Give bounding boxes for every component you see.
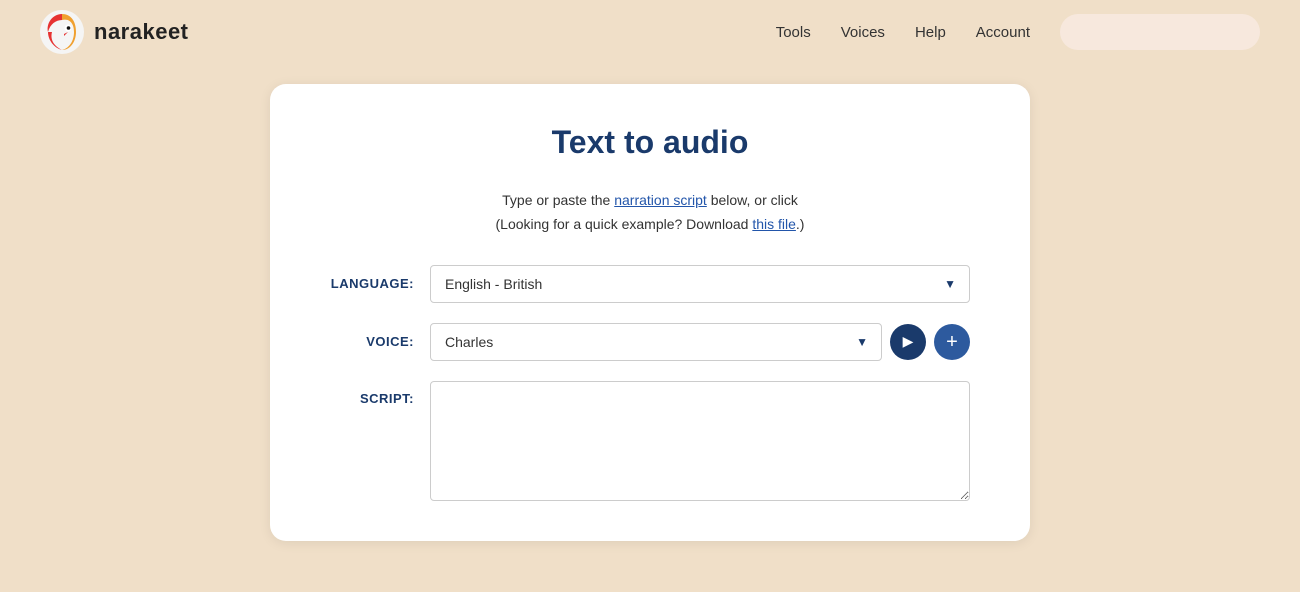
add-voice-button[interactable]: +	[934, 324, 970, 360]
script-label: SCRIPT:	[330, 381, 430, 406]
narration-script-link[interactable]: narration script	[614, 192, 707, 208]
nav-voices[interactable]: Voices	[841, 24, 885, 41]
desc-example-after: .)	[796, 216, 805, 232]
play-button[interactable]: ▶	[890, 324, 926, 360]
description-text: Type or paste the narration script below…	[330, 189, 970, 237]
header-cta-button[interactable]	[1060, 14, 1260, 50]
logo-area[interactable]: narakeet	[40, 10, 189, 54]
main-card: Text to audio Type or paste the narratio…	[270, 84, 1030, 541]
language-select-wrapper: English - British ▼	[430, 265, 970, 303]
page-title: Text to audio	[330, 124, 970, 161]
this-file-link[interactable]: this file	[752, 216, 796, 232]
language-label: LANGUAGE:	[330, 276, 430, 291]
script-row: SCRIPT:	[330, 381, 970, 501]
nav-help[interactable]: Help	[915, 24, 946, 41]
voice-select[interactable]: Charles	[430, 323, 882, 361]
nav-tools[interactable]: Tools	[776, 24, 811, 41]
voice-row: VOICE: Charles ▼ ▶ +	[330, 323, 970, 361]
play-icon: ▶	[903, 333, 914, 350]
logo-icon	[40, 10, 84, 54]
voice-controls: Charles ▼ ▶ +	[430, 323, 970, 361]
voice-select-wrapper: Charles ▼	[430, 323, 882, 361]
desc-example-before: (Looking for a quick example? Download	[496, 216, 753, 232]
language-select[interactable]: English - British	[430, 265, 970, 303]
logo-text: narakeet	[94, 19, 189, 45]
nav-account[interactable]: Account	[976, 24, 1030, 41]
voice-label: VOICE:	[330, 334, 430, 349]
desc-before-link: Type or paste the	[502, 192, 614, 208]
main-nav: Tools Voices Help Account	[776, 24, 1030, 41]
plus-icon: +	[946, 332, 958, 352]
script-textarea[interactable]	[430, 381, 970, 501]
desc-after-link: below, or click	[707, 192, 798, 208]
language-row: LANGUAGE: English - British ▼	[330, 265, 970, 303]
